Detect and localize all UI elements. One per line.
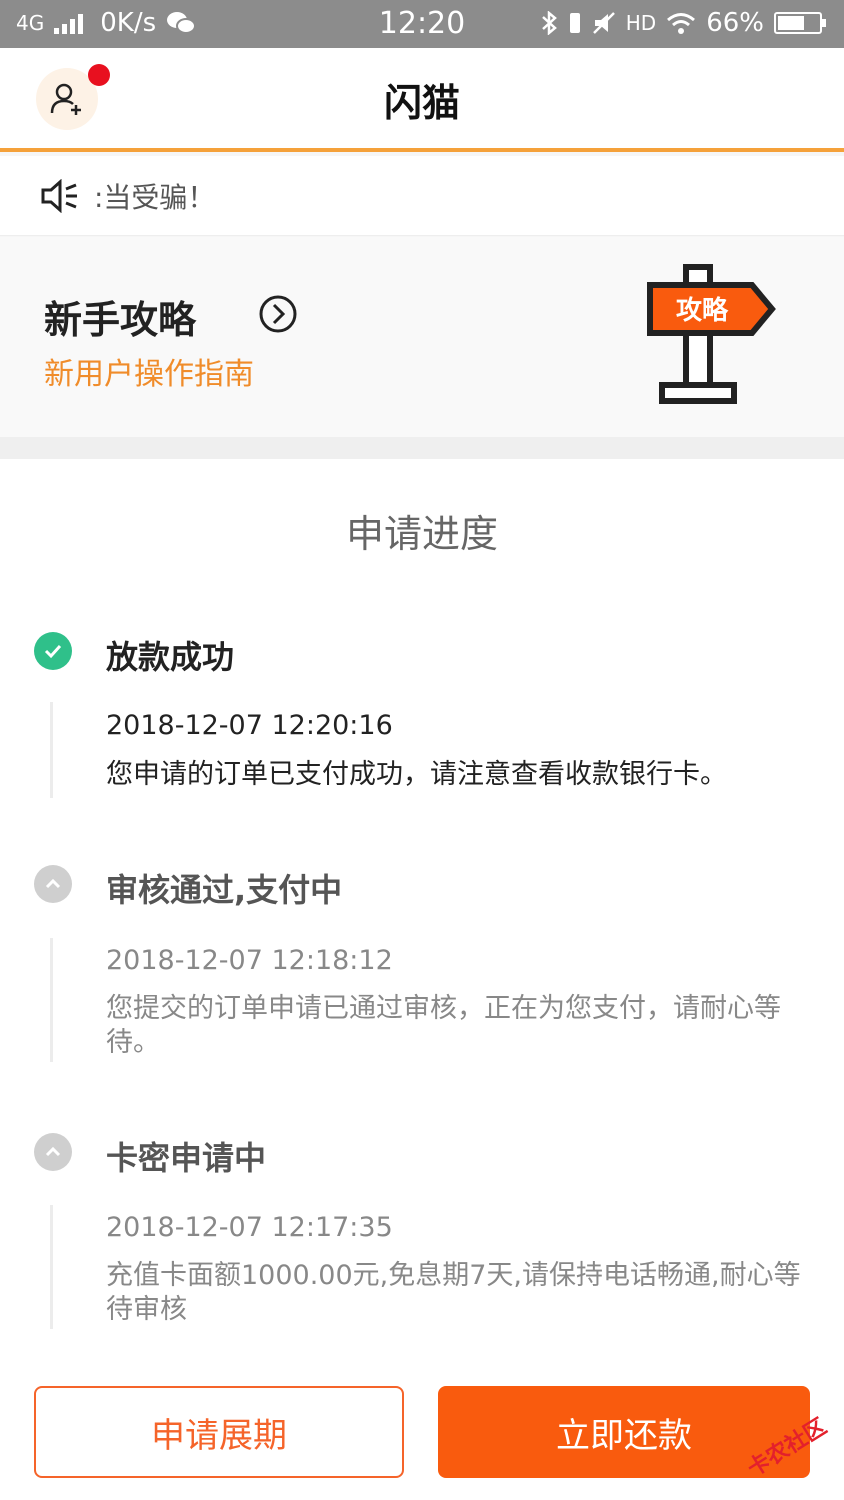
guide-banner[interactable]: 新手攻略 新用户操作指南 攻略 (0, 237, 844, 437)
step-3-desc: 充值卡面额1000.00元,免息期7天,请保持电话畅通,耐心等待审核 (106, 1260, 801, 1325)
mute-icon (592, 12, 615, 34)
status-bar: 4G 0K/s 12:20 HD 66% (0, 0, 844, 48)
notice-bar[interactable]: :当受骗！ (0, 156, 844, 236)
step-3-time: 2018-12-07 12:17:35 (106, 1212, 393, 1243)
progress-section: 申请进度 (0, 459, 844, 1500)
bluetooth-icon (541, 11, 557, 35)
wifi-icon (667, 13, 696, 34)
signpost-text: 攻略 (676, 295, 729, 326)
step-1-desc: 您申请的订单已支付成功，请注意查看收款银行卡。 (106, 759, 727, 790)
step-1-check-icon (34, 632, 72, 670)
vibrate-icon (569, 13, 580, 33)
chevron-right-circle-icon[interactable] (258, 294, 298, 334)
extend-button[interactable]: 申请展期 (34, 1386, 404, 1478)
step-2-desc: 您提交的订单申请已通过审核，正在为您支付，请耐心等待。 (106, 993, 781, 1058)
section-divider (0, 437, 844, 459)
step-1-timeline (50, 702, 53, 798)
progress-title: 申请进度 (345, 512, 498, 556)
step-2-chevron-up-icon (34, 865, 72, 903)
step-1-title: 放款成功 (106, 638, 235, 676)
battery-percent: 66% (706, 8, 764, 38)
guide-title: 新手攻略 (44, 298, 197, 342)
step-2-title: 审核通过,支付中 (106, 871, 343, 909)
signpost-icon: 攻略 (647, 264, 776, 404)
step-2-timeline (50, 938, 53, 1062)
battery-icon (774, 12, 826, 34)
step-3-chevron-up-icon (34, 1133, 72, 1171)
guide-subtitle: 新用户操作指南 (44, 357, 254, 392)
step-3-timeline (50, 1205, 53, 1329)
app-header: 闪猫 (0, 48, 844, 152)
status-right: HD 66% (540, 8, 826, 38)
hd-indicator: HD (625, 11, 657, 35)
step-2-time: 2018-12-07 12:18:12 (106, 945, 393, 976)
notice-text: :当受骗！ (94, 180, 216, 214)
step-1-time: 2018-12-07 12:20:16 (106, 710, 393, 741)
page-title: 闪猫 (383, 81, 460, 125)
speaker-icon (41, 178, 77, 213)
step-3-title: 卡密申请中 (106, 1139, 267, 1177)
